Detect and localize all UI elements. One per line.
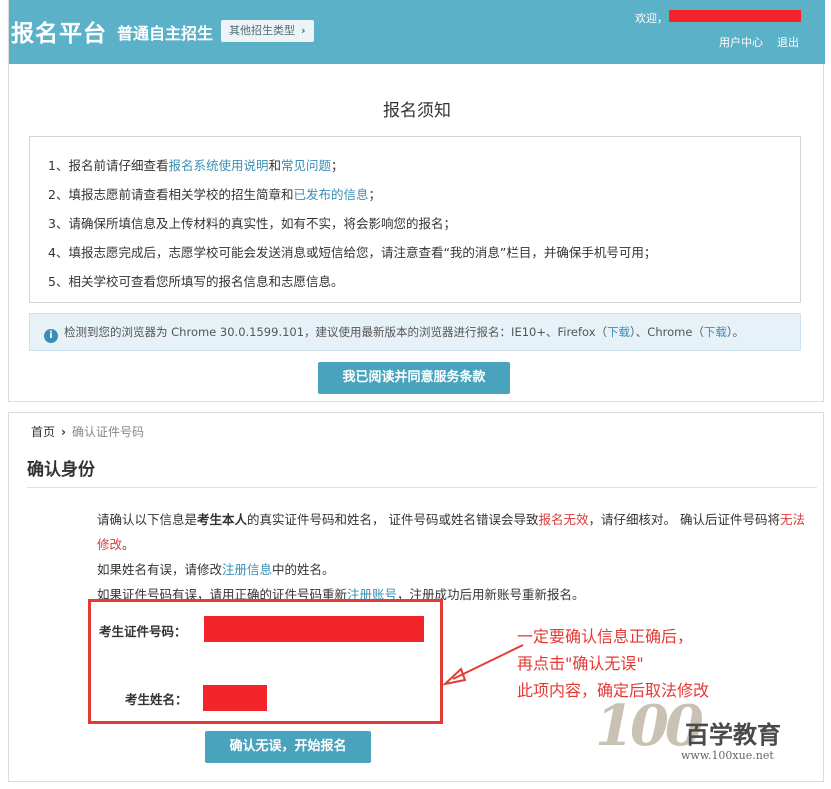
id-number-label: 考生证件号码： (99, 624, 187, 639)
notice-item-3: 3、请确保所填信息及上传材料的真实性，如有不实，将会影响您的报名； (48, 216, 456, 231)
confirm-identity-panel: 首页 › 确认证件号码 确认身份 请确认以下信息是考生本人的真实证件号码和姓名， 证… (8, 412, 824, 782)
watermark-name: 百学教育 (685, 721, 781, 749)
notice-text: 1、报名前请仔细查看 (48, 158, 169, 173)
instruction-paragraph-1: 请确认以下信息是考生本人的真实证件号码和姓名， 证件号码或姓名错误会导致报名无效… (97, 507, 815, 557)
browser-tip-text: 检测到您的浏览器为 Chrome 30.0.1599.101，建议使用最新版本的… (64, 325, 608, 339)
notice-list: 1、报名前请仔细查看报名系统使用说明和常见问题； 2、填报志愿前请查看相关学校的… (29, 136, 801, 303)
notice-text: 2、填报志愿前请查看相关学校的招生简章和 (48, 187, 294, 202)
confirm-instructions: 请确认以下信息是考生本人的真实证件号码和姓名， 证件号码或姓名错误会导致报名无效… (97, 507, 815, 607)
chevron-right-icon: › (301, 24, 306, 37)
notice-text: ； (368, 187, 381, 202)
breadcrumb: 首页 › 确认证件号码 (31, 423, 144, 440)
instruction-text: 中的姓名。 (272, 562, 335, 577)
chevron-right-icon: › (61, 425, 66, 439)
chrome-download-link[interactable]: 下载 (704, 325, 727, 339)
usage-guide-link[interactable]: 报名系统使用说明 (168, 158, 268, 173)
header-bar: 报名平台 普通自主招生 其他招生类型 › 欢迎， 用户中心 退出 (9, 0, 825, 64)
redacted-username (669, 10, 801, 22)
published-info-link[interactable]: 已发布的信息 (293, 187, 368, 202)
notice-title: 报名须知 (383, 101, 451, 121)
page-title: 确认身份 (27, 460, 95, 480)
other-types-button[interactable]: 其他招生类型 › (221, 20, 314, 42)
instruction-warning: 报名无效 (538, 512, 589, 527)
agree-terms-button[interactable]: 我已阅读并同意服务条款 (318, 362, 510, 394)
annotation-line: 再点击"确认无误" (517, 654, 644, 673)
platform-logo[interactable]: 报名平台 (11, 14, 107, 48)
notice-item-4: 4、填报志愿完成后，志愿学校可能会发送消息或短信给您，请注意查看“我的消息”栏目… (48, 245, 657, 260)
user-center-link[interactable]: 用户中心 (719, 34, 763, 50)
notice-panel: 报名平台 普通自主招生 其他招生类型 › 欢迎， 用户中心 退出 报名须知 1、报… (8, 0, 825, 402)
welcome-text: 欢迎， (635, 12, 668, 25)
notice-text: 和 (268, 158, 281, 173)
instruction-emphasis: 考生本人 (197, 512, 248, 527)
browser-tip: i 检测到您的浏览器为 Chrome 30.0.1599.101，建议使用最新版本… (29, 313, 801, 351)
notice-text: ； (331, 158, 344, 173)
notice-item-2: 2、填报志愿前请查看相关学校的招生简章和已发布的信息； (48, 180, 800, 209)
instruction-text: 请确认以下信息是 (97, 512, 198, 527)
name-label: 考生姓名： (125, 692, 188, 707)
watermark-logo: 100 百学教育 www.100xue.net (595, 693, 795, 773)
redacted-name (203, 685, 267, 711)
annotation-text: 一定要确认信息正确后， 再点击"确认无误" 此项内容，确定后取法修改 (517, 623, 709, 704)
notice-item-5: 5、相关学校可查看您所填写的报名信息和志愿信息。 (48, 274, 344, 289)
faq-link[interactable]: 常见问题 (281, 158, 331, 173)
instruction-text: 如果姓名有误，请修改 (97, 562, 223, 577)
confirm-start-button[interactable]: 确认无误，开始报名 (205, 731, 371, 763)
annotation-line: 一定要确认信息正确后， (517, 627, 694, 646)
instruction-text: 的真实证件号码和姓名， 证件号码或姓名错误会导致 (247, 512, 539, 527)
admission-type-title: 普通自主招生 (117, 24, 214, 43)
redacted-id-number (204, 616, 424, 642)
annotation-arrow (441, 644, 524, 686)
logout-link[interactable]: 退出 (777, 34, 799, 50)
breadcrumb-home[interactable]: 首页 (31, 425, 55, 439)
watermark-url: www.100xue.net (681, 749, 774, 762)
breadcrumb-current: 确认证件号码 (71, 425, 144, 439)
instruction-paragraph-2: 如果姓名有误，请修改注册信息中的姓名。 (97, 557, 815, 582)
other-types-label: 其他招生类型 (229, 24, 295, 37)
instruction-text: ，请仔细核对。 确认后证件号码将 (588, 512, 781, 527)
browser-tip-text: ）、Chrome（ (630, 325, 704, 339)
divider (27, 487, 817, 488)
instruction-text: 。 (122, 537, 135, 552)
notice-item-1: 1、报名前请仔细查看报名系统使用说明和常见问题； (48, 151, 800, 180)
firefox-download-link[interactable]: 下载 (607, 325, 630, 339)
registration-info-link[interactable]: 注册信息 (222, 562, 272, 577)
info-icon: i (44, 329, 58, 343)
browser-tip-text: ）。 (726, 325, 745, 339)
